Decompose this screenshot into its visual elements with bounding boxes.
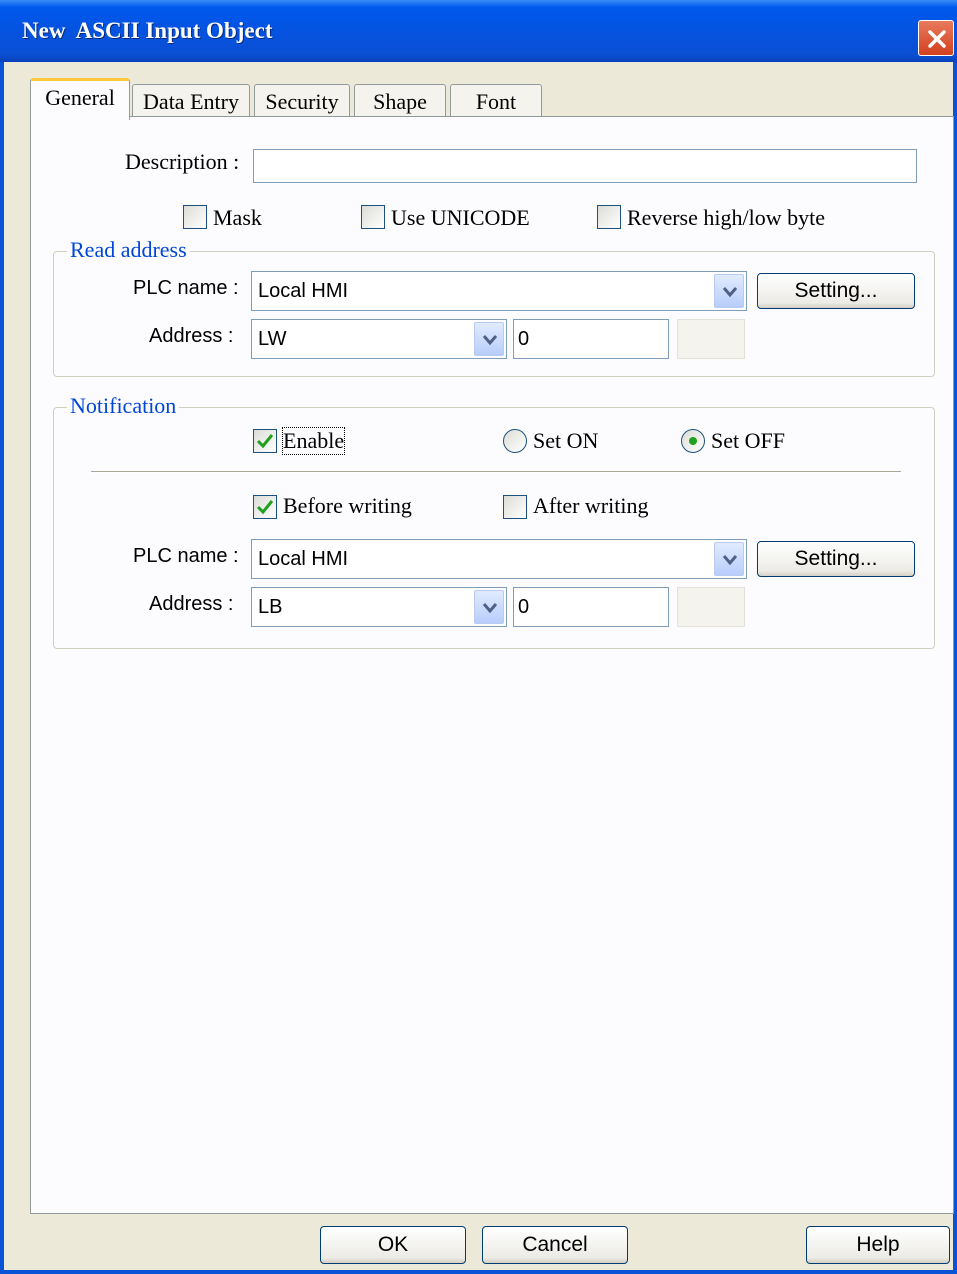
chevron-down-icon xyxy=(722,555,738,566)
description-input[interactable] xyxy=(253,149,917,183)
enable-checkbox[interactable] xyxy=(253,429,277,453)
notify-setting-button[interactable]: Setting... xyxy=(757,541,915,577)
enable-label: Enable xyxy=(281,427,346,455)
ok-button[interactable]: OK xyxy=(320,1226,466,1264)
read-address-extra-field xyxy=(677,319,745,359)
after-writing-label: After writing xyxy=(533,493,649,518)
window-title: New ASCII Input Object xyxy=(22,18,273,43)
use-unicode-checkbox[interactable] xyxy=(361,205,385,229)
help-button[interactable]: Help xyxy=(806,1226,950,1264)
mask-label: Mask xyxy=(213,205,262,230)
notify-address-dropdown-button[interactable] xyxy=(474,590,504,624)
reverse-byte-checkbox[interactable] xyxy=(597,205,621,229)
before-writing-label: Before writing xyxy=(283,493,412,518)
title-bar[interactable]: New ASCII Input Object xyxy=(0,0,957,62)
notify-plc-dropdown-button[interactable] xyxy=(714,542,744,576)
set-on-label: Set ON xyxy=(533,428,599,453)
tab-security[interactable]: Security xyxy=(254,84,350,118)
after-writing-checkbox[interactable] xyxy=(503,495,527,519)
set-off-label: Set OFF xyxy=(711,428,785,453)
close-button[interactable] xyxy=(918,20,954,56)
tab-shape-label: Shape xyxy=(373,89,427,114)
chevron-down-icon xyxy=(482,603,498,614)
notify-address-input[interactable]: 0 xyxy=(513,587,669,627)
read-address-device-select[interactable]: LW xyxy=(251,319,507,359)
read-address-label: Address : xyxy=(149,325,234,347)
tab-general[interactable]: General xyxy=(30,78,130,120)
read-address-input[interactable]: 0 xyxy=(513,319,669,359)
tab-strip: General Data Entry Security Shape Font xyxy=(30,78,930,120)
notify-address-device-select[interactable]: LB xyxy=(251,587,507,627)
cancel-button[interactable]: Cancel xyxy=(482,1226,628,1264)
close-icon xyxy=(928,30,946,48)
notify-plc-name-select[interactable]: Local HMI xyxy=(251,539,747,579)
notify-setting-label: Setting... xyxy=(794,547,878,570)
tab-font-label: Font xyxy=(475,89,517,114)
cancel-label: Cancel xyxy=(522,1233,588,1256)
ok-label: OK xyxy=(377,1233,409,1256)
tab-data-entry[interactable]: Data Entry xyxy=(132,84,250,118)
notify-address-label: Address : xyxy=(149,593,234,615)
read-plc-name-value: Local HMI xyxy=(258,280,349,302)
tab-general-label: General xyxy=(45,85,115,110)
read-address-title: Read address xyxy=(67,237,190,263)
use-unicode-label: Use UNICODE xyxy=(391,205,530,230)
read-address-dropdown-button[interactable] xyxy=(474,322,504,356)
mask-checkbox[interactable] xyxy=(183,205,207,229)
read-address-device-value: LW xyxy=(258,328,287,350)
check-mark-icon xyxy=(256,500,274,515)
set-off-radio[interactable] xyxy=(681,429,705,453)
tab-data-entry-label: Data Entry xyxy=(143,89,239,114)
read-plc-name-label: PLC name : xyxy=(133,277,239,299)
before-writing-checkbox[interactable] xyxy=(253,495,277,519)
notify-address-device-value: LB xyxy=(258,596,283,618)
radio-selected-dot xyxy=(689,437,697,445)
tab-panel-general: Description : Mask Use UNICODE Reverse h… xyxy=(30,116,954,1214)
notification-title: Notification xyxy=(67,393,180,419)
read-setting-label: Setting... xyxy=(794,279,878,302)
chevron-down-icon xyxy=(722,287,738,298)
read-plc-name-select[interactable]: Local HMI xyxy=(251,271,747,311)
read-plc-dropdown-button[interactable] xyxy=(714,274,744,308)
description-label: Description : xyxy=(125,149,240,174)
dialog-window: New ASCII Input Object General Data Entr… xyxy=(0,0,957,1274)
notify-plc-name-value: Local HMI xyxy=(258,548,349,570)
notify-address-extra-field xyxy=(677,587,745,627)
separator-line xyxy=(91,471,901,473)
tab-font[interactable]: Font xyxy=(450,84,542,118)
tab-shape[interactable]: Shape xyxy=(354,84,446,118)
chevron-down-icon xyxy=(482,335,498,346)
notify-plc-name-label: PLC name : xyxy=(133,545,239,567)
help-label: Help xyxy=(856,1233,900,1256)
reverse-byte-label: Reverse high/low byte xyxy=(627,205,825,230)
set-on-radio[interactable] xyxy=(503,429,527,453)
read-setting-button[interactable]: Setting... xyxy=(757,273,915,309)
check-mark-icon xyxy=(256,434,274,449)
tab-security-label: Security xyxy=(265,89,339,114)
